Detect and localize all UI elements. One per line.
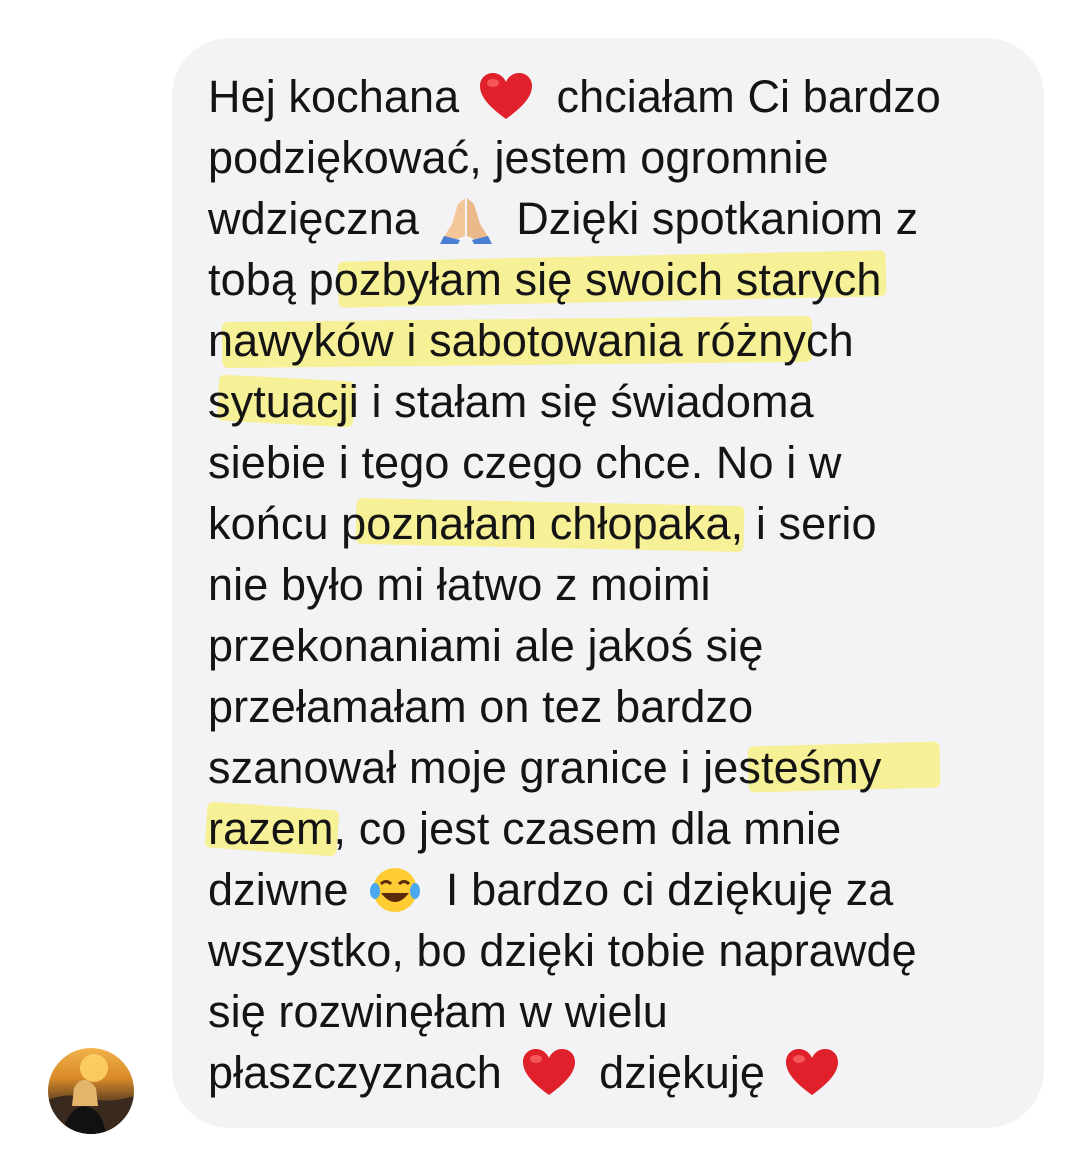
message-line: nie było mi łatwo z moimi [208, 554, 1028, 615]
message-line-text: wdzięczna [208, 193, 432, 244]
tears-of-joy-face-icon [370, 868, 421, 912]
message-line-text: szanował moje granice i jesteśmy [208, 742, 882, 793]
message-line: przekonaniami ale jakoś się [208, 615, 1028, 676]
red-heart-icon [522, 1049, 575, 1095]
red-heart-icon [479, 73, 532, 119]
message-line: wszystko, bo dzięki tobie naprawdę [208, 920, 1028, 981]
message-line-text: Hej kochana [208, 71, 472, 122]
message-line: podziękować, jestem ogromnie [208, 127, 1028, 188]
message-line-text: tobą pozbyłam się swoich starych [208, 254, 882, 305]
message-line-text: przełamałam on tez bardzo [208, 681, 754, 732]
avatar-photo [48, 1054, 134, 1134]
message-line-text: sytuacji i stałam się świadoma [208, 376, 814, 427]
message-line-text: nie było mi łatwo z moimi [208, 559, 711, 610]
red-heart-icon [785, 1049, 838, 1095]
message-line: przełamałam on tez bardzo [208, 676, 1028, 737]
message-line: płaszczyznach dziękuję [208, 1042, 1028, 1103]
message-line-text: dziękuję [586, 1047, 778, 1098]
message-line: się rozwinęłam w wielu [208, 981, 1028, 1042]
message-line: tobą pozbyłam się swoich starych [208, 249, 1028, 310]
message-line-text: I bardzo ci dziękuję za [433, 864, 894, 915]
message-line: razem, co jest czasem dla mnie [208, 798, 1028, 859]
message-line-text: się rozwinęłam w wielu [208, 986, 668, 1037]
message-line: dziwne I bardzo ci dziękuję za [208, 859, 1028, 920]
message-line-text: razem, co jest czasem dla mnie [208, 803, 842, 854]
message-line-text: końcu poznałam chłopaka, i serio [208, 498, 877, 549]
message-line-text: przekonaniami ale jakoś się [208, 620, 764, 671]
message-line-text: wszystko, bo dzięki tobie naprawdę [208, 925, 917, 976]
message-line: nawyków i sabotowania różnych [208, 310, 1028, 371]
message-line-text: płaszczyznach [208, 1047, 515, 1098]
message-line: Hej kochana chciałam Ci bardzo [208, 66, 1028, 127]
message-line-text: Dzięki spotkaniom z [503, 193, 919, 244]
praying-hands-icon [439, 198, 492, 244]
message-line: sytuacji i stałam się świadoma [208, 371, 1028, 432]
message-line: wdzięczna Dzięki spotkaniom z [208, 188, 1028, 249]
message-text: Hej kochana chciałam Ci bardzo podziękowa… [208, 66, 1028, 1103]
message-line-text: siebie i tego czego chce. No i w [208, 437, 842, 488]
message-line: końcu poznałam chłopaka, i serio [208, 493, 1028, 554]
chat-screen: Hej kochana chciałam Ci bardzo podziękowa… [0, 0, 1080, 1173]
message-line-text: podziękować, jestem ogromnie [208, 132, 829, 183]
message-line-text: dziwne [208, 864, 362, 915]
sender-avatar[interactable] [48, 1048, 134, 1134]
message-line-text: nawyków i sabotowania różnych [208, 315, 854, 366]
message-line: siebie i tego czego chce. No i w [208, 432, 1028, 493]
message-line-text: chciałam Ci bardzo [543, 71, 941, 122]
message-line: szanował moje granice i jesteśmy [208, 737, 1028, 798]
